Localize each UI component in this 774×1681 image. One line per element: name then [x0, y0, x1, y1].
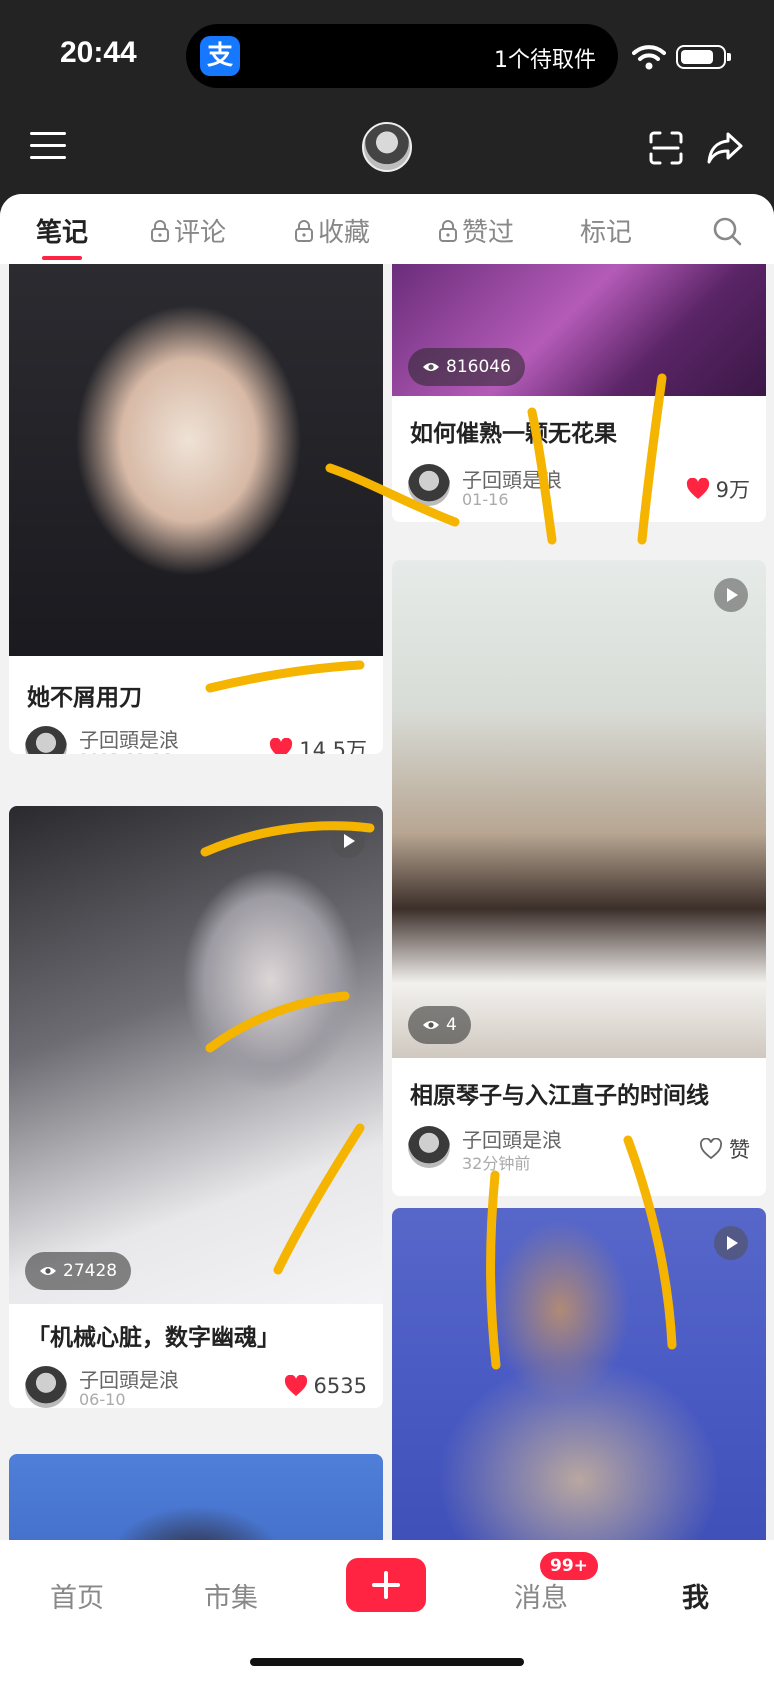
pickup-notice: 1个待取件: [494, 48, 596, 73]
search-icon[interactable]: [712, 216, 742, 246]
nav-messages[interactable]: 消息: [514, 1576, 568, 1615]
play-icon: [714, 1226, 748, 1260]
author-name[interactable]: 子回頭是浪: [79, 724, 179, 753]
cover-image: [9, 806, 383, 1304]
play-icon: [714, 578, 748, 612]
dynamic-island[interactable]: 支 1个待取件: [186, 24, 618, 88]
like-button[interactable]: 赞: [699, 1134, 750, 1164]
share-icon[interactable]: [706, 130, 744, 166]
view-count-badge: 4: [408, 1006, 471, 1044]
like-button[interactable]: 9万: [686, 474, 750, 504]
view-count-badge: 27428: [25, 1252, 132, 1290]
home-indicator: [250, 1658, 524, 1666]
note-card[interactable]: 她不屑用刀 子回頭是浪 2023-12-16 14.5万: [9, 264, 383, 754]
tab-notes[interactable]: 笔记: [36, 212, 88, 249]
author-name[interactable]: 子回頭是浪: [462, 464, 562, 493]
avatar[interactable]: [408, 1126, 450, 1168]
post-date: 2023-12-16: [79, 750, 172, 754]
lock-icon: [295, 219, 313, 242]
status-bar: 20:44 支 1个待取件: [0, 0, 774, 110]
like-button[interactable]: 6535: [284, 1374, 367, 1398]
heart-filled-icon: [686, 478, 709, 499]
eye-icon: [423, 363, 439, 371]
post-date: 01-16: [462, 490, 509, 509]
profile-tabs: 笔记 评论 收藏 赞过 标记: [0, 194, 774, 264]
post-date: 32分钟前: [462, 1154, 531, 1173]
note-title: 「机械心脏，数字幽魂」: [27, 1325, 280, 1351]
bottom-nav: 首页 市集 消息 99+ 我: [0, 1540, 774, 1681]
nav-market[interactable]: 市集: [204, 1576, 258, 1615]
wifi-icon: [632, 45, 666, 70]
lock-icon: [151, 219, 169, 242]
content-panel: 笔记 评论 收藏 赞过 标记 816046 如何催熟一颗无花果 子回頭是浪 01…: [0, 194, 774, 1681]
cover-image: [392, 560, 766, 1058]
lock-icon: [439, 219, 457, 242]
cover-image: [9, 264, 383, 656]
view-count-badge: 816046: [408, 348, 525, 386]
note-title: 她不屑用刀: [27, 685, 142, 711]
heart-outline-icon: [700, 1138, 722, 1160]
author-name[interactable]: 子回頭是浪: [462, 1124, 562, 1153]
nav-me[interactable]: 我: [682, 1576, 709, 1615]
note-title: 如何催熟一颗无花果: [410, 421, 617, 447]
nav-home[interactable]: 首页: [50, 1576, 104, 1615]
tab-marked[interactable]: 标记: [580, 212, 632, 249]
like-button[interactable]: 14.5万: [269, 734, 367, 754]
menu-icon[interactable]: [30, 132, 66, 162]
note-card[interactable]: 4 相原琴子与入江直子的时间线 子回頭是浪 32分钟前 赞: [392, 560, 766, 1196]
tab-comments[interactable]: 评论: [150, 212, 226, 249]
tab-favorites[interactable]: 收藏: [294, 212, 370, 249]
eye-icon: [40, 1267, 56, 1275]
avatar[interactable]: [362, 122, 412, 172]
avatar[interactable]: [25, 1366, 67, 1408]
scan-icon[interactable]: [648, 130, 684, 166]
battery-icon: [676, 45, 731, 69]
heart-filled-icon: [270, 738, 293, 754]
note-card[interactable]: 816046 如何催熟一颗无花果 子回頭是浪 01-16 9万: [392, 264, 766, 522]
status-time: 20:44: [60, 36, 137, 69]
tab-liked[interactable]: 赞过: [438, 212, 514, 249]
active-tab-indicator: [42, 256, 82, 260]
avatar[interactable]: [25, 726, 67, 754]
note-card[interactable]: [392, 1208, 766, 1548]
play-icon: [331, 824, 365, 858]
heart-filled-icon: [284, 1375, 307, 1396]
author-name[interactable]: 子回頭是浪: [79, 1364, 179, 1393]
cover-image: [392, 1208, 766, 1548]
alipay-icon: 支: [200, 36, 240, 76]
eye-icon: [423, 1021, 439, 1029]
note-title: 相原琴子与入江直子的时间线: [410, 1083, 709, 1109]
messages-badge: 99+: [540, 1552, 598, 1580]
create-post-button[interactable]: [346, 1558, 426, 1612]
post-date: 06-10: [79, 1390, 126, 1408]
note-card[interactable]: 27428 「机械心脏，数字幽魂」 子回頭是浪 06-10 6535: [9, 806, 383, 1408]
avatar[interactable]: [408, 464, 450, 506]
profile-header: [0, 110, 774, 195]
